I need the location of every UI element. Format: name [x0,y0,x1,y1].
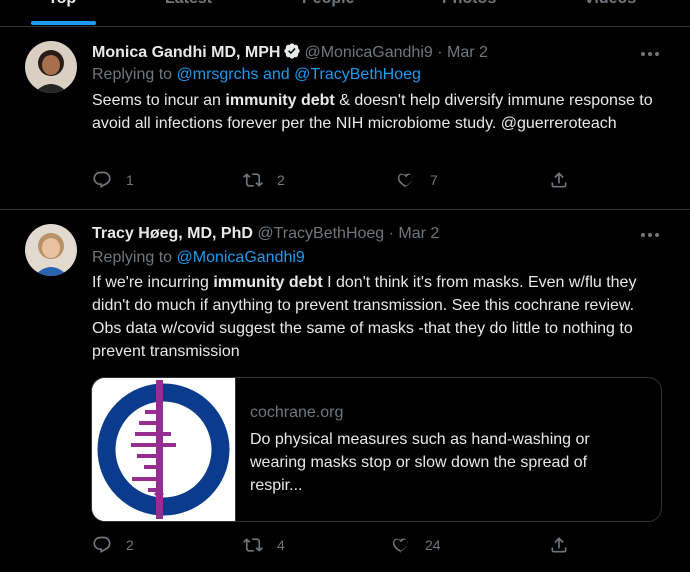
heart-icon [392,538,408,553]
author-handle[interactable]: @MonicaGandhi9 [304,44,432,61]
tweet-text-bold: immunity debt [225,92,335,109]
reply-count: 1 [126,172,134,188]
reply-count: 2 [126,537,134,553]
like-count: 24 [425,537,441,553]
more-options-icon[interactable] [640,50,660,58]
reply-icon [93,536,111,553]
tab-latest[interactable]: Latest [165,0,212,8]
tweet-date[interactable]: Mar 2 [398,225,439,242]
tweet-actions: 2 4 24 [0,535,690,559]
tweet-date[interactable]: Mar 2 [447,44,488,61]
cochrane-logo [92,378,236,521]
tweet-monica[interactable]: Monica Gandhi MD, MPH @MonicaGandhi9 · Ma… [0,27,690,210]
link-preview-card[interactable]: cochrane.org Do physical measures such a… [91,377,662,522]
tweet-text-part: Seems to incur an [92,92,226,109]
card-domain: cochrane.org [250,404,344,421]
tweet-text-part: If we're incurring [92,274,214,291]
tweet-header: Tracy Høeg, MD, PhD @TracyBethHoeg · Mar… [92,225,439,243]
tab-photos[interactable]: Photos [442,0,496,8]
active-tab-indicator [31,21,96,25]
reply-button[interactable]: 1 [92,170,134,190]
separator-dot: · [437,44,443,61]
share-icon [551,172,567,188]
tweet-header: Monica Gandhi MD, MPH @MonicaGandhi9 · Ma… [92,42,488,62]
replying-prefix: Replying to [92,66,173,83]
replying-to-links[interactable]: @mrsgrchs and @TracyBethHoeg [177,66,421,83]
avatar-tracy[interactable] [25,224,77,276]
heart-icon [397,173,413,188]
author-name[interactable]: Monica Gandhi MD, MPH [92,44,280,61]
card-title: Do physical measures such as hand-washin… [250,431,590,494]
more-options-icon[interactable] [640,231,660,239]
share-button[interactable] [549,535,569,555]
retweet-icon [243,538,263,552]
separator-dot: · [388,225,394,242]
retweet-button[interactable]: 4 [243,535,285,555]
retweet-count: 2 [277,172,285,188]
replying-to-link[interactable]: @MonicaGandhi9 [177,249,305,266]
tab-people[interactable]: People [302,0,354,8]
retweet-button[interactable]: 2 [243,170,285,190]
verified-badge-icon [284,43,301,59]
replying-to: Replying to @mrsgrchs and @TracyBethHoeg [92,66,421,84]
like-count: 7 [430,172,438,188]
tweet-text: If we're incurring immunity debt I don't… [92,271,662,363]
tweet-actions: 1 2 7 [0,170,690,194]
tab-top[interactable]: Top [48,0,76,8]
like-button[interactable]: 7 [396,170,438,190]
share-button[interactable] [549,170,569,190]
tweet-text-bold: immunity debt [213,274,323,291]
tab-videos[interactable]: Videos [584,0,636,8]
replying-to: Replying to @MonicaGandhi9 [92,249,305,267]
author-name[interactable]: Tracy Høeg, MD, PhD [92,225,253,242]
replying-prefix: Replying to [92,249,173,266]
search-tabs: Top Latest People Photos Videos [0,0,690,27]
share-icon [551,537,567,553]
author-handle[interactable]: @TracyBethHoeg [257,225,384,242]
tweet-text: Seems to incur an immunity debt & doesn'… [92,89,662,135]
reply-icon [93,171,111,188]
like-button[interactable]: 24 [391,535,441,555]
retweet-icon [243,173,263,187]
reply-button[interactable]: 2 [92,535,134,555]
avatar-monica[interactable] [25,41,77,93]
retweet-count: 4 [277,537,285,553]
